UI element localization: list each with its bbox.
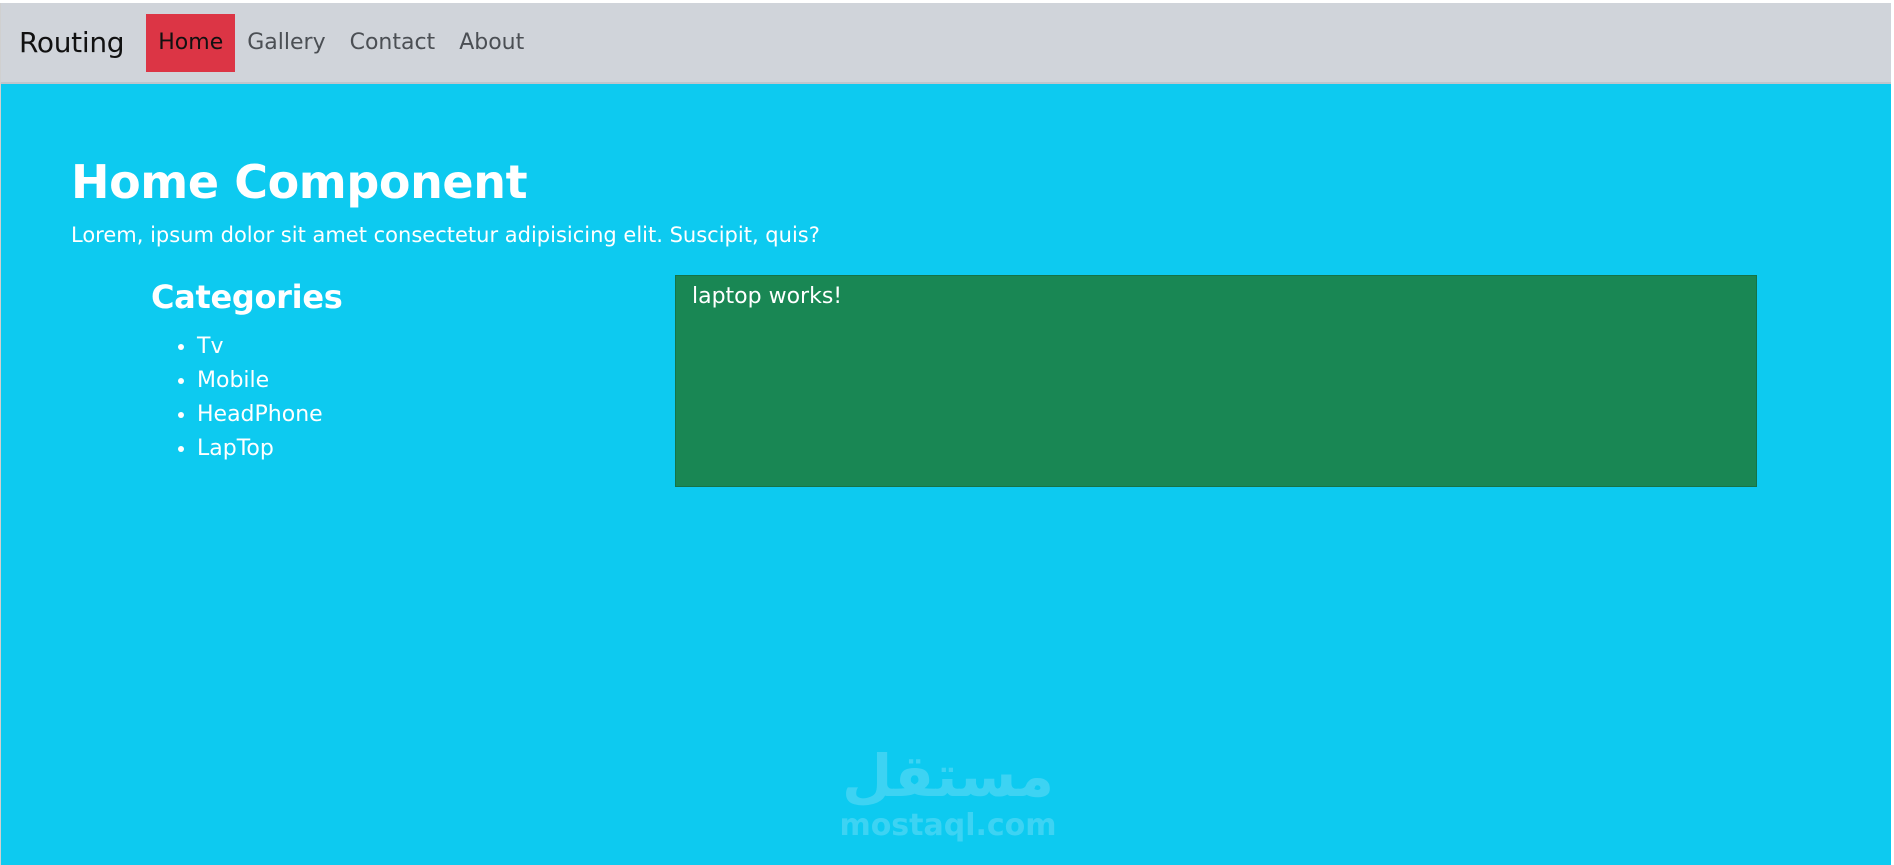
mostaql-watermark: مستقل mostaql.com bbox=[833, 743, 1063, 843]
nav-links: Home Gallery Contact About bbox=[146, 3, 536, 82]
category-item-tv[interactable]: Tv bbox=[197, 330, 342, 364]
outlet-text: laptop works! bbox=[692, 284, 843, 309]
nav-link-gallery[interactable]: Gallery bbox=[235, 14, 337, 72]
router-outlet-box: laptop works! bbox=[675, 275, 1757, 487]
category-item-laptop[interactable]: LapTop bbox=[197, 432, 342, 466]
nav-link-contact[interactable]: Contact bbox=[338, 14, 448, 72]
watermark-arabic-logo: مستقل bbox=[841, 742, 1055, 810]
watermark-latin-text: mostaql.com bbox=[839, 808, 1057, 843]
page-title: Home Component bbox=[71, 155, 528, 209]
category-item-mobile[interactable]: Mobile bbox=[197, 364, 342, 398]
navbar-brand[interactable]: Routing bbox=[19, 26, 125, 59]
page-description: Lorem, ipsum dolor sit amet consectetur … bbox=[71, 223, 820, 247]
nav-link-home[interactable]: Home bbox=[146, 13, 236, 72]
categories-heading: Categories bbox=[151, 278, 343, 316]
categories-list: Tv Mobile HeadPhone LapTop bbox=[151, 330, 342, 466]
nav-link-about[interactable]: About bbox=[447, 14, 536, 72]
categories-panel: Categories Tv Mobile HeadPhone LapTop bbox=[151, 278, 343, 466]
category-item-headphone[interactable]: HeadPhone bbox=[197, 398, 342, 432]
navbar: Routing Home Gallery Contact About bbox=[1, 3, 1891, 84]
app-frame: Routing Home Gallery Contact About Home … bbox=[0, 3, 1891, 865]
